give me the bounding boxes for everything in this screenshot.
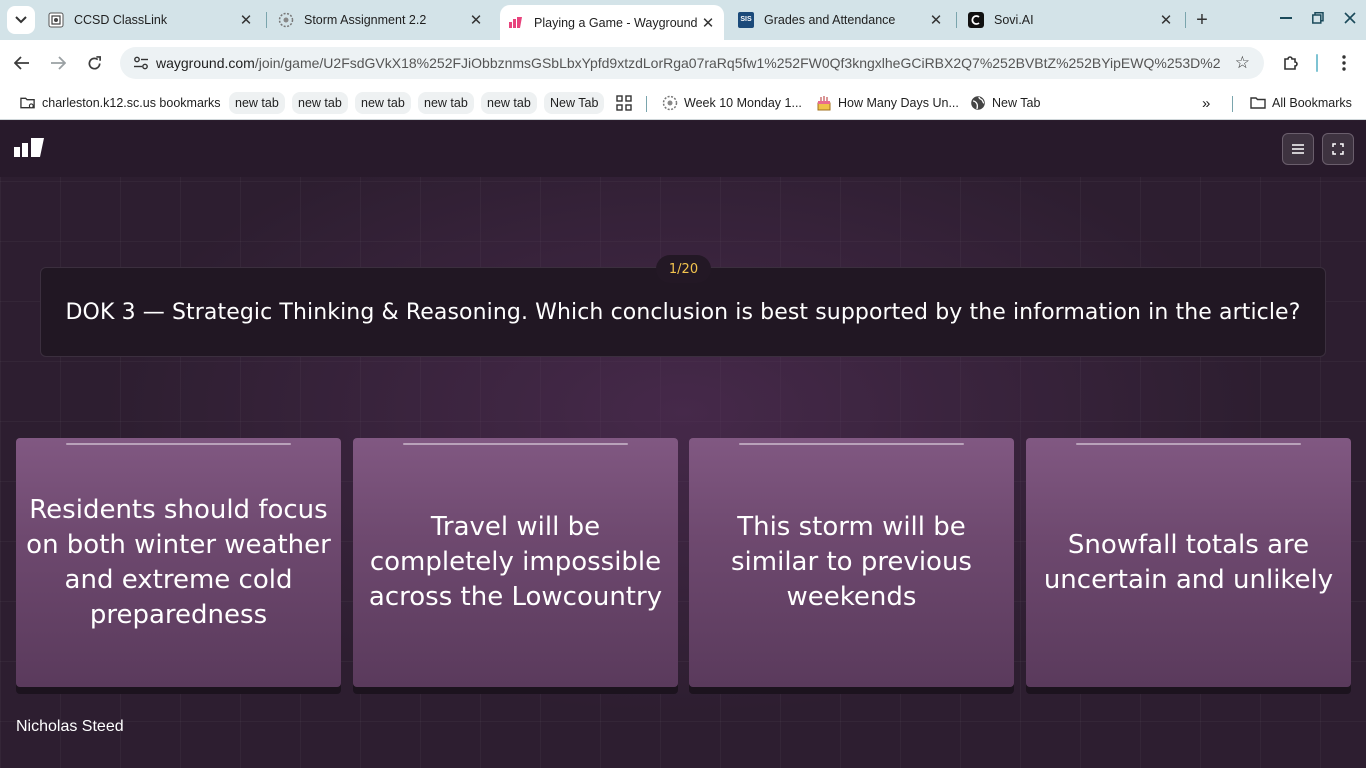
menu-hamburger-icon[interactable] [1282, 133, 1314, 165]
url-path: /join/game/U2FsdGVkX18%252FJiObbznmsGSbL… [254, 55, 1220, 71]
close-icon[interactable]: ✕ [238, 12, 254, 29]
back-arrow-icon[interactable] [8, 49, 36, 77]
bookmark-label: new tab [235, 96, 279, 110]
window-close-icon[interactable] [1336, 6, 1364, 30]
bookmark-label: new tab [298, 96, 342, 110]
tab-separator [956, 12, 957, 28]
bookmarks-overflow-chevron-icon[interactable]: » [1202, 92, 1210, 114]
tab-search-chevron-icon[interactable] [7, 6, 35, 34]
url-host: wayground.com [156, 55, 255, 71]
classlink-icon [48, 12, 64, 28]
bookmark-new-tab-3[interactable]: new tab [355, 92, 411, 114]
tab-title: CCSD ClassLink [74, 13, 168, 27]
restore-icon[interactable] [1304, 6, 1332, 30]
bookmark-new-tab-globe[interactable]: New Tab [970, 92, 1040, 114]
game-header [0, 121, 1366, 177]
bookmark-new-tab-4[interactable]: new tab [418, 92, 474, 114]
bookmark-folder-charleston[interactable]: charleston.k12.sc.us bookmarks [20, 92, 221, 114]
close-icon[interactable]: ✕ [928, 12, 944, 29]
globe-icon [970, 95, 986, 111]
sovi-icon [968, 12, 984, 28]
close-icon[interactable]: ✕ [1158, 12, 1174, 29]
bookmark-label: New Tab [550, 96, 599, 110]
tab-playing-a-game[interactable]: Playing a Game - Wayground ✕ [500, 5, 724, 40]
answer-option-text: This storm will be similar to previous w… [731, 512, 972, 612]
tab-separator [1185, 12, 1186, 28]
cake-icon [816, 95, 832, 111]
bookmark-label: new tab [361, 96, 405, 110]
bookmark-label: charleston.k12.sc.us bookmarks [42, 96, 221, 110]
sis-icon-text: SIS [738, 12, 754, 28]
tab-storm-assignment[interactable]: Storm Assignment 2.2 ✕ [270, 0, 492, 40]
bookmark-separator [646, 96, 647, 112]
folder-gear-icon [20, 95, 36, 111]
player-name: Nicholas Steed [16, 718, 124, 735]
address-bar[interactable]: wayground.com/join/game/U2FsdGVkX18%252F… [120, 47, 1264, 79]
tab-title: Sovi.AI [994, 13, 1034, 27]
extensions-puzzle-icon[interactable] [1279, 51, 1303, 75]
question-counter: 1/20 [656, 255, 711, 283]
url-text: wayground.com/join/game/U2FsdGVkX18%252F… [156, 55, 1220, 71]
answer-option-1[interactable]: Residents should focus on both winter we… [16, 438, 341, 687]
bookmark-label: How Many Days Un... [838, 96, 959, 110]
tab-title: Grades and Attendance [764, 13, 896, 27]
forward-arrow-icon[interactable] [44, 49, 72, 77]
bookmark-how-many-days[interactable]: How Many Days Un... [816, 92, 959, 114]
answer-option-text: Snowfall totals are uncertain and unlike… [1043, 529, 1334, 595]
bookmark-label: new tab [487, 96, 531, 110]
answer-option-text: Residents should focus on both winter we… [26, 494, 331, 630]
tab-title: Storm Assignment 2.2 [304, 13, 427, 27]
bookmark-new-tab-2[interactable]: new tab [292, 92, 348, 114]
all-bookmarks-folder[interactable]: All Bookmarks [1250, 92, 1352, 114]
new-tab-plus-icon[interactable]: + [1190, 8, 1214, 32]
folder-icon [1250, 95, 1266, 111]
game-area: 1/20 DOK 3 — Strategic Thinking & Reason… [0, 121, 1366, 768]
minimize-icon[interactable] [1272, 6, 1300, 30]
gear-icon [278, 12, 294, 28]
reload-icon[interactable] [80, 49, 108, 77]
answer-option-3[interactable]: This storm will be similar to previous w… [689, 438, 1014, 687]
bookmark-label: Week 10 Monday 1... [684, 96, 802, 110]
tab-sovi-ai[interactable]: Sovi.AI ✕ [960, 0, 1182, 40]
tab-strip: CCSD ClassLink ✕ Storm Assignment 2.2 ✕ … [0, 0, 1366, 40]
toolbar-divider [1316, 54, 1318, 72]
tab-grades-and-attendance[interactable]: SIS Grades and Attendance ✕ [730, 0, 952, 40]
bookmark-separator [1232, 96, 1233, 112]
apps-grid-icon[interactable] [616, 92, 632, 114]
bookmark-new-tab-6[interactable]: New Tab [544, 92, 605, 114]
answer-option-4[interactable]: Snowfall totals are uncertain and unlike… [1026, 438, 1351, 687]
bookmark-label: All Bookmarks [1272, 96, 1352, 110]
close-icon[interactable]: ✕ [468, 12, 484, 29]
bookmark-new-tab-5[interactable]: new tab [481, 92, 537, 114]
bookmark-week-10[interactable]: Week 10 Monday 1... [662, 92, 802, 114]
answer-option-2[interactable]: Travel will be completely impossible acr… [353, 438, 678, 687]
wayground-logo-icon [13, 137, 45, 161]
browser-toolbar: wayground.com/join/game/U2FsdGVkX18%252F… [0, 40, 1366, 86]
bookmark-label: New Tab [992, 96, 1041, 110]
tab-ccsd-classlink[interactable]: CCSD ClassLink ✕ [40, 0, 262, 40]
bookmarks-bar: charleston.k12.sc.us bookmarks new tab n… [0, 86, 1366, 120]
gear-icon [662, 95, 678, 111]
menu-kebab-icon[interactable] [1332, 51, 1356, 75]
bookmark-label: new tab [424, 96, 468, 110]
wayground-icon [508, 15, 524, 31]
site-settings-icon[interactable] [126, 56, 156, 70]
fullscreen-icon[interactable] [1322, 133, 1354, 165]
sis-icon: SIS [738, 12, 754, 28]
close-icon[interactable]: ✕ [700, 15, 716, 32]
bookmark-new-tab-1[interactable]: new tab [229, 92, 285, 114]
tab-separator [266, 12, 267, 28]
bookmark-star-icon[interactable]: ☆ [1235, 53, 1250, 73]
question-text: DOK 3 — Strategic Thinking & Reasoning. … [65, 299, 1301, 325]
answer-option-text: Travel will be completely impossible acr… [368, 512, 663, 612]
tab-title: Playing a Game - Wayground [534, 15, 698, 30]
